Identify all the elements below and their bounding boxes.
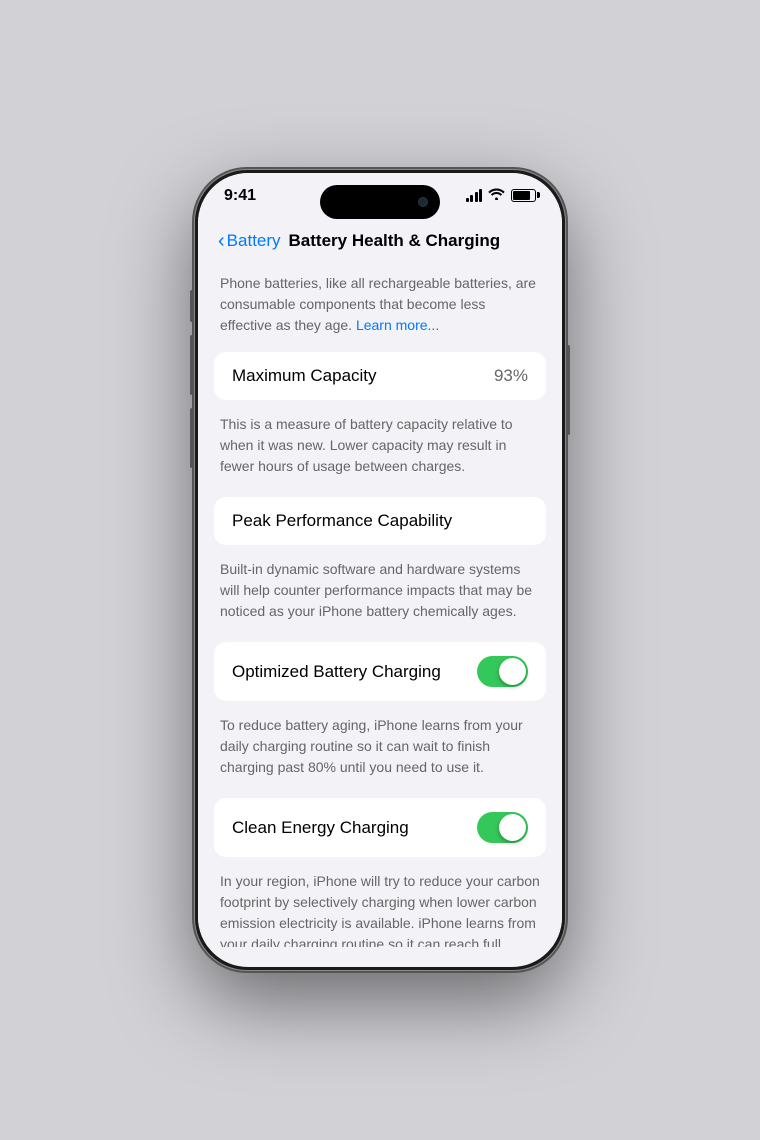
clean-energy-title: Clean Energy Charging bbox=[232, 818, 409, 838]
intro-learn-more-link[interactable]: Learn more... bbox=[356, 317, 439, 333]
wifi-icon bbox=[488, 187, 505, 203]
max-capacity-title: Maximum Capacity bbox=[232, 366, 377, 386]
status-icons bbox=[466, 187, 537, 203]
back-chevron-icon: ‹ bbox=[218, 231, 225, 251]
toggle-knob bbox=[499, 658, 526, 685]
volume-down-button bbox=[190, 408, 194, 468]
phone-wrapper: 9:41 bbox=[195, 170, 565, 970]
mute-button bbox=[190, 290, 194, 322]
max-capacity-card: Maximum Capacity 93% bbox=[214, 352, 546, 400]
peak-performance-description: Built-in dynamic software and hardware s… bbox=[198, 551, 562, 634]
clean-energy-description: In your region, iPhone will try to reduc… bbox=[198, 863, 562, 947]
optimized-charging-title: Optimized Battery Charging bbox=[232, 662, 441, 682]
intro-description: Phone batteries, like all rechargeable b… bbox=[198, 263, 562, 352]
battery-fill bbox=[513, 191, 530, 200]
clean-energy-toggle[interactable] bbox=[477, 812, 528, 843]
optimized-charging-card: Optimized Battery Charging bbox=[214, 642, 546, 701]
peak-performance-title: Peak Performance Capability bbox=[232, 511, 452, 530]
clean-energy-row: Clean Energy Charging bbox=[232, 812, 528, 843]
max-capacity-description: This is a measure of battery capacity re… bbox=[198, 406, 562, 489]
phone-screen: 9:41 bbox=[198, 173, 562, 967]
scroll-content[interactable]: Phone batteries, like all rechargeable b… bbox=[198, 263, 562, 947]
navigation-bar: ‹ Battery Battery Health & Charging bbox=[198, 227, 562, 263]
volume-up-button bbox=[190, 335, 194, 395]
optimized-charging-toggle[interactable] bbox=[477, 656, 528, 687]
phone-frame: 9:41 bbox=[195, 170, 565, 970]
clean-energy-card: Clean Energy Charging bbox=[214, 798, 546, 857]
power-button bbox=[566, 345, 570, 435]
back-button[interactable]: ‹ Battery bbox=[218, 231, 281, 251]
max-capacity-value: 93% bbox=[494, 366, 528, 386]
max-capacity-row: Maximum Capacity 93% bbox=[232, 366, 528, 386]
signal-icon bbox=[466, 189, 483, 202]
back-label: Battery bbox=[227, 231, 281, 251]
clean-energy-toggle-knob bbox=[499, 814, 526, 841]
page-title: Battery Health & Charging bbox=[289, 231, 501, 251]
battery-icon bbox=[511, 189, 536, 202]
status-bar: 9:41 bbox=[198, 173, 562, 227]
camera-indicator bbox=[418, 197, 428, 207]
peak-performance-card: Peak Performance Capability bbox=[214, 497, 546, 545]
optimized-charging-row: Optimized Battery Charging bbox=[232, 656, 528, 687]
optimized-charging-description: To reduce battery aging, iPhone learns f… bbox=[198, 707, 562, 790]
dynamic-island bbox=[320, 185, 440, 219]
